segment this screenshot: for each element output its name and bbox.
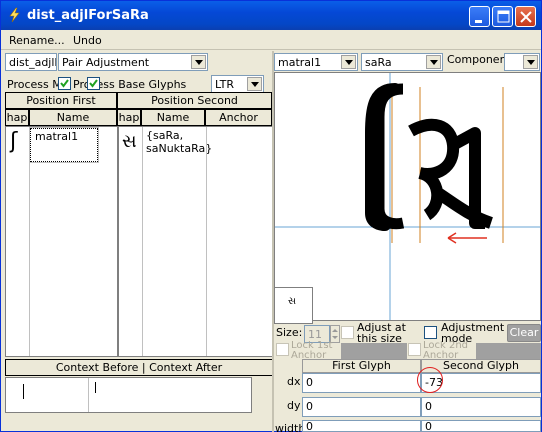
close-button[interactable] bbox=[515, 6, 536, 27]
preview-drawing bbox=[275, 73, 540, 320]
size-label: Size: bbox=[276, 326, 303, 339]
window-title: dist_adjlForSaRa bbox=[27, 8, 149, 23]
menu-bar: Rename... Undo bbox=[1, 31, 541, 50]
context-before-caret[interactable] bbox=[23, 384, 24, 399]
process-marks-label: Process M bbox=[7, 78, 62, 91]
first-glyph-list[interactable]: ʃ matral1 bbox=[5, 126, 118, 357]
process-marks-checkbox[interactable] bbox=[58, 77, 71, 90]
col-shape-second[interactable]: hap bbox=[117, 109, 141, 126]
context-header: Context Before | Context After bbox=[5, 359, 273, 376]
mini-preview: સ bbox=[274, 287, 313, 324]
column-divider bbox=[206, 127, 207, 356]
check-icon bbox=[89, 79, 98, 88]
column-divider bbox=[142, 127, 143, 356]
second-glyph-dropdown[interactable] bbox=[426, 55, 441, 69]
list-item[interactable]: ʃ matral1 bbox=[6, 127, 117, 163]
component-select[interactable] bbox=[504, 53, 540, 71]
clear-button[interactable]: Clear bbox=[507, 324, 541, 342]
maximize-icon bbox=[497, 10, 510, 23]
menu-undo[interactable]: Undo bbox=[73, 34, 102, 47]
first-glyph-select[interactable]: matral1 bbox=[274, 53, 358, 71]
lock-first-label: Lock 1st Anchor bbox=[291, 341, 333, 359]
glyph-name-cell: {saRa, saNuktaRa} bbox=[142, 127, 213, 163]
chevron-down-icon bbox=[527, 60, 535, 65]
adjust-mode-checkbox[interactable] bbox=[424, 326, 437, 339]
context-box[interactable] bbox=[5, 377, 252, 413]
adjust-size-checkbox[interactable] bbox=[341, 326, 354, 339]
direction-select[interactable]: LTR bbox=[211, 75, 264, 93]
context-after-caret[interactable] bbox=[95, 382, 96, 393]
position-second-header: Position Second bbox=[117, 92, 272, 109]
col-anchor-second[interactable]: Anchor bbox=[205, 109, 272, 126]
spinner-arrows-icon bbox=[332, 329, 338, 339]
chevron-down-icon bbox=[251, 82, 259, 87]
adjust-size-label: Adjust at this size bbox=[357, 321, 406, 345]
col-name-second[interactable]: Name bbox=[141, 109, 205, 126]
glyph-name: {saRa, saNuktaRa} bbox=[146, 129, 213, 155]
second-glyph-list[interactable]: સ {saRa, saNuktaRa} bbox=[118, 126, 273, 357]
second-anchor-selector[interactable] bbox=[476, 343, 541, 359]
second-glyph-value: saRa bbox=[365, 56, 392, 69]
lock-second-checkbox[interactable] bbox=[408, 343, 421, 356]
direction-value: LTR bbox=[215, 78, 234, 91]
title-bar[interactable]: dist_adjlForSaRa bbox=[1, 1, 541, 30]
lock-first-checkbox[interactable] bbox=[276, 343, 289, 356]
check-icon bbox=[60, 79, 69, 88]
menu-rename[interactable]: Rename... bbox=[9, 34, 65, 47]
width-second-input[interactable]: 0 bbox=[421, 420, 541, 432]
first-glyph-column-header: First Glyph bbox=[302, 359, 421, 373]
minimize-icon bbox=[475, 20, 482, 23]
dx-label: dx bbox=[287, 375, 301, 388]
glyph-shape: ʃ bbox=[10, 129, 18, 154]
first-glyph-value: matral1 bbox=[278, 56, 322, 69]
width-label: width bbox=[275, 422, 306, 432]
glyph-name: matral1 bbox=[35, 130, 79, 143]
close-icon bbox=[520, 11, 532, 23]
dy-second-input[interactable]: 0 bbox=[421, 397, 541, 417]
column-divider bbox=[29, 127, 30, 356]
sa-glyph-shape bbox=[373, 83, 494, 230]
chevron-down-icon bbox=[195, 60, 203, 65]
dy-label: dy bbox=[287, 399, 301, 412]
lookup-type-value: Pair Adjustment bbox=[62, 56, 150, 69]
minimize-button[interactable] bbox=[469, 6, 490, 27]
position-first-header: Position First bbox=[5, 92, 117, 109]
context-divider bbox=[88, 378, 89, 412]
chevron-down-icon bbox=[345, 60, 353, 65]
process-base-checkbox[interactable] bbox=[87, 77, 100, 90]
maximize-button[interactable] bbox=[492, 6, 513, 27]
mini-glyph: સ bbox=[288, 296, 297, 307]
direction-dropdown[interactable] bbox=[247, 77, 262, 91]
lock-second-label: Lock 2nd Anchor bbox=[423, 341, 469, 359]
lightning-icon bbox=[9, 7, 20, 23]
glyph-preview-canvas[interactable] bbox=[274, 72, 541, 321]
first-glyph-dropdown[interactable] bbox=[341, 55, 356, 69]
col-shape-first[interactable]: hap bbox=[5, 109, 29, 126]
dy-first-input[interactable]: 0 bbox=[302, 397, 421, 417]
chevron-down-icon bbox=[430, 60, 438, 65]
glyph-shape: સ bbox=[122, 131, 137, 152]
first-anchor-selector[interactable] bbox=[341, 343, 407, 359]
component-dropdown[interactable] bbox=[523, 55, 538, 69]
width-first-input[interactable]: 0 bbox=[302, 420, 421, 432]
col-name-first[interactable]: Name bbox=[29, 109, 117, 126]
main-window: dist_adjlForSaRa Rename... Undo dist_adj… bbox=[0, 0, 542, 432]
selected-cell: matral1 bbox=[29, 127, 99, 163]
dx-first-input[interactable]: 0 bbox=[302, 373, 421, 393]
lookup-name-field[interactable]: dist_adjlF bbox=[5, 53, 57, 71]
highlight-circle bbox=[417, 367, 443, 393]
second-glyph-select[interactable]: saRa bbox=[361, 53, 443, 71]
lookup-type-select[interactable]: Pair Adjustment bbox=[58, 53, 208, 71]
lookup-type-dropdown[interactable] bbox=[191, 55, 206, 69]
